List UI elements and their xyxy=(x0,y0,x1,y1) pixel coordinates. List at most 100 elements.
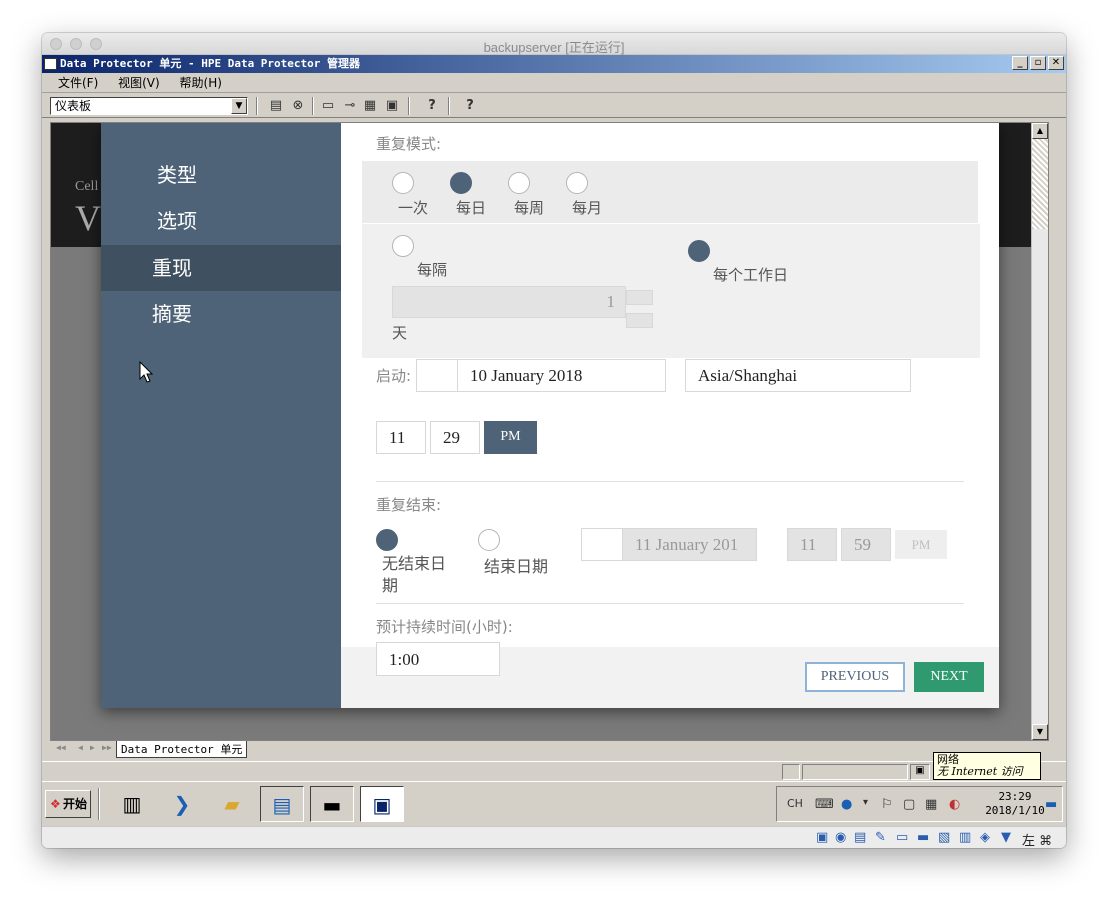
network-adapter-icon[interactable]: ✎ xyxy=(875,830,886,845)
background-cell-text: Cell xyxy=(75,179,99,194)
interval-decrement-button[interactable] xyxy=(626,313,653,328)
mode-once-radio[interactable] xyxy=(392,172,414,194)
start-minute-input[interactable]: 29 xyxy=(430,421,480,454)
tab-first-icon[interactable]: ◀◀ xyxy=(56,743,66,752)
tab-next-icon[interactable]: ▶ xyxy=(90,743,95,752)
windows-logo-icon: ❖ xyxy=(50,797,61,811)
start-calendar-button[interactable] xyxy=(416,359,458,392)
timezone-select[interactable]: Asia/Shanghai xyxy=(685,359,911,392)
repeat-end-label: 重复结束: xyxy=(376,496,442,514)
menu-view[interactable]: 视图(V) xyxy=(118,76,160,90)
explorer-icon[interactable]: ▰ xyxy=(210,786,254,822)
keyboard-icon[interactable]: ⌨ xyxy=(815,797,834,812)
display-icon[interactable]: ▧ xyxy=(938,830,950,845)
tab-last-icon[interactable]: ▶▶ xyxy=(102,743,112,752)
help-circle-icon[interactable]: ● xyxy=(841,797,852,812)
folder-icon[interactable]: ▭ xyxy=(320,98,336,114)
vm-screen: Data Protector 单元 - HPE Data Protector 管… xyxy=(42,55,1066,848)
start-ampm-toggle[interactable]: PM xyxy=(484,421,537,454)
video-capture-icon[interactable]: ▥ xyxy=(959,830,971,845)
data-protector-task-icon[interactable]: ▣ xyxy=(360,786,404,822)
network-tooltip: 网络 无 Internet 访问 xyxy=(933,752,1041,780)
context-select[interactable]: 仪表板 ▼ xyxy=(50,97,248,115)
start-hour-input[interactable]: 11 xyxy=(376,421,426,454)
step-options[interactable]: 选项 xyxy=(101,198,341,244)
mode-once-label: 一次 xyxy=(398,199,429,217)
powershell-icon[interactable]: ❯ xyxy=(160,786,204,822)
optical-drive-icon[interactable]: ◉ xyxy=(835,830,846,845)
chevron-down-icon[interactable]: ▼ xyxy=(231,98,247,114)
toolbar: 仪表板 ▼ ▤ ⊗ ▭ ⊸ ▦ ▣ ? ? xyxy=(42,94,1066,118)
tray-options-icon[interactable]: ▾ xyxy=(863,797,868,808)
vertical-scrollbar[interactable]: ▲ ▼ xyxy=(1031,123,1048,740)
start-date-input[interactable]: 10 January 2018 xyxy=(457,359,666,392)
background-big-letter: V xyxy=(75,198,101,238)
divider xyxy=(376,481,964,482)
start-button[interactable]: ❖ 开始 xyxy=(45,790,91,818)
server-icon[interactable]: ▤ xyxy=(268,98,284,114)
step-recurrence[interactable]: 重现 xyxy=(101,245,341,291)
mode-monthly-radio[interactable] xyxy=(566,172,588,194)
mode-daily-radio[interactable] xyxy=(450,172,472,194)
interval-input[interactable]: 1 xyxy=(392,286,626,318)
audio-icon[interactable]: ▤ xyxy=(854,830,866,845)
step-summary[interactable]: 摘要 xyxy=(101,291,341,337)
cancel-icon[interactable]: ⊗ xyxy=(290,98,306,114)
tray-device-icon[interactable]: ▢ xyxy=(903,797,915,812)
wizard-main-panel: 重复模式: 一次 每日 每周 每月 每隔 每个工作日 1 天 启动: 10 Ja… xyxy=(341,123,999,708)
host-key-label: 左 ⌘ xyxy=(1022,834,1053,848)
taskbar-clock[interactable]: 23:29 2018/1/10 xyxy=(985,790,1045,818)
list-icon[interactable]: ▦ xyxy=(362,98,378,114)
shared-folder-icon[interactable]: ▬ xyxy=(917,830,929,845)
menu-help[interactable]: 帮助(H) xyxy=(180,76,222,90)
previous-button[interactable]: PREVIOUS xyxy=(805,662,905,692)
scroll-thumb[interactable] xyxy=(1032,139,1048,229)
step-type[interactable]: 类型 xyxy=(101,152,341,198)
no-end-date-radio[interactable] xyxy=(376,529,398,551)
mouse-integration-icon[interactable]: ▼ xyxy=(1001,830,1011,845)
vm-status-bar: ▣ ◉ ▤ ✎ ▭ ▬ ▧ ▥ ◈ ▼ 左 ⌘ xyxy=(42,826,1066,848)
scroll-down-icon[interactable]: ▼ xyxy=(1032,724,1048,740)
end-calendar-button[interactable] xyxy=(581,528,624,561)
interval-increment-button[interactable] xyxy=(626,290,653,305)
command-prompt-icon[interactable]: ▬ xyxy=(310,786,354,822)
volume-muted-icon[interactable]: ◐ xyxy=(949,797,960,812)
network-icon[interactable]: ▦ xyxy=(925,797,937,812)
menu-bar: 文件(F) 视图(V) 帮助(H) xyxy=(42,73,1066,93)
action-center-flag-icon[interactable]: ⚐ xyxy=(881,797,893,812)
app-maximize-button[interactable]: ▫ xyxy=(1030,56,1046,70)
app-close-button[interactable]: ✕ xyxy=(1048,56,1064,70)
mode-weekly-radio[interactable] xyxy=(508,172,530,194)
every-n-days-radio[interactable] xyxy=(392,235,414,257)
network-status-icon: ▣ xyxy=(910,764,930,780)
next-button[interactable]: NEXT xyxy=(914,662,984,692)
cpu-icon[interactable]: ◈ xyxy=(980,830,990,845)
document-app-icon[interactable]: ▤ xyxy=(260,786,304,822)
language-indicator[interactable]: CH xyxy=(787,797,803,810)
end-date-input[interactable]: 11 January 201 xyxy=(622,528,757,561)
tab-prev-icon[interactable]: ◀ xyxy=(78,743,83,752)
server-manager-icon[interactable]: ▥ xyxy=(110,786,154,822)
app-minimize-button[interactable]: _ xyxy=(1012,56,1028,70)
no-end-date-label: 无结束日期 xyxy=(382,554,447,595)
duration-input[interactable]: 1:00 xyxy=(376,642,500,676)
whats-this-help-icon[interactable]: ? xyxy=(462,98,478,114)
schedule-wizard-dialog: 类型 选项 重现 摘要 重复模式: 一次 每日 每周 每月 每隔 每个工作日 1… xyxy=(101,123,999,708)
hard-disk-icon[interactable]: ▣ xyxy=(816,830,828,845)
toolbar-separator xyxy=(448,97,450,115)
clock-time: 23:29 xyxy=(998,790,1032,803)
tab-data-protector-cell[interactable]: Data Protector 单元 xyxy=(116,741,248,758)
calendar-icon[interactable]: ▣ xyxy=(384,98,400,114)
every-workday-radio[interactable] xyxy=(688,240,710,262)
usb-icon[interactable]: ▭ xyxy=(896,830,908,845)
end-date-radio[interactable] xyxy=(478,529,500,551)
end-minute-input[interactable]: 59 xyxy=(841,528,891,561)
end-hour-input[interactable]: 11 xyxy=(787,528,837,561)
menu-file[interactable]: 文件(F) xyxy=(58,76,98,90)
show-desktop-icon[interactable]: ▬ xyxy=(1045,797,1057,812)
pin-icon[interactable]: ⊸ xyxy=(342,98,358,114)
help-icon[interactable]: ? xyxy=(424,98,440,114)
end-ampm-toggle[interactable]: PM xyxy=(895,530,947,559)
app-title: Data Protector 单元 - HPE Data Protector 管… xyxy=(60,57,361,70)
scroll-up-icon[interactable]: ▲ xyxy=(1032,123,1048,139)
